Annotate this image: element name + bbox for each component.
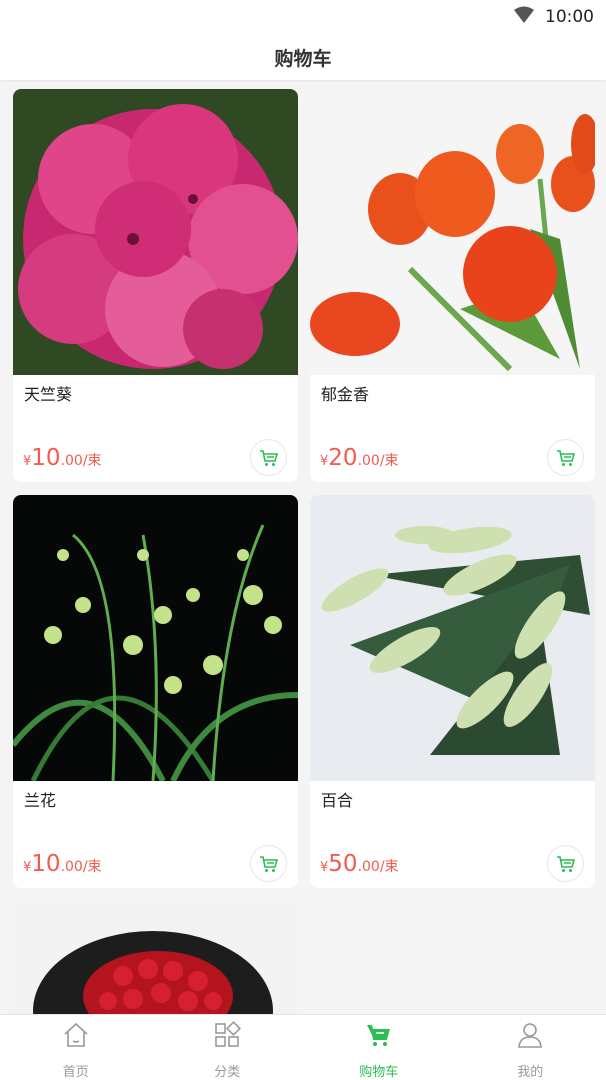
status-time: 10:00 [545,7,594,27]
home-icon [61,1021,91,1049]
product-grid: 天竺葵 ¥10.00/束 郁金香 ¥20.00/束 兰花 ¥10.00/束 百合… [13,89,595,1021]
lily-photo [310,495,595,781]
product-name: 郁金香 [321,385,370,404]
add-to-cart-button[interactable] [250,439,287,476]
tab-category[interactable]: 分类 [152,1015,304,1080]
screen: 10:00 购物车 天竺葵 ¥10.00/束 郁金香 ¥20.00/束 兰花 ¥… [0,0,606,1080]
product-card[interactable]: 郁金香 ¥20.00/束 [310,89,595,482]
cart-icon [364,1021,394,1049]
product-name: 天竺葵 [24,385,73,404]
bottom-tab-bar: 首页 分类 购物车 我的 [0,1014,606,1080]
orchid-photo [13,495,298,781]
rose-bouquet-photo [13,901,298,1021]
add-to-cart-button[interactable] [547,439,584,476]
wifi-icon [513,6,535,28]
cart-icon [259,855,278,872]
geranium-photo [13,89,298,375]
tab-cart[interactable]: 购物车 [303,1015,455,1080]
add-to-cart-button[interactable] [547,845,584,882]
cart-icon [259,449,278,466]
add-to-cart-button[interactable] [250,845,287,882]
cart-icon [556,449,575,466]
product-card[interactable]: 天竺葵 ¥10.00/束 [13,89,298,482]
status-bar: 10:00 [0,0,606,34]
cart-icon [556,855,575,872]
product-card[interactable]: 兰花 ¥10.00/束 [13,495,298,888]
product-card[interactable] [13,901,298,1021]
category-icon [212,1021,242,1049]
user-icon [515,1021,545,1049]
app-header: 购物车 [0,34,606,80]
tab-profile[interactable]: 我的 [455,1015,606,1080]
product-card[interactable]: 百合 ¥50.00/束 [310,495,595,888]
product-name: 兰花 [24,791,57,810]
page-title: 购物车 [274,47,332,70]
product-price: ¥10.00/束 [23,445,102,471]
product-name: 百合 [321,791,354,810]
tab-home[interactable]: 首页 [0,1015,152,1080]
product-price: ¥50.00/束 [320,851,399,877]
product-price: ¥10.00/束 [23,851,102,877]
product-price: ¥20.00/束 [320,445,399,471]
tulip-photo [310,89,595,375]
